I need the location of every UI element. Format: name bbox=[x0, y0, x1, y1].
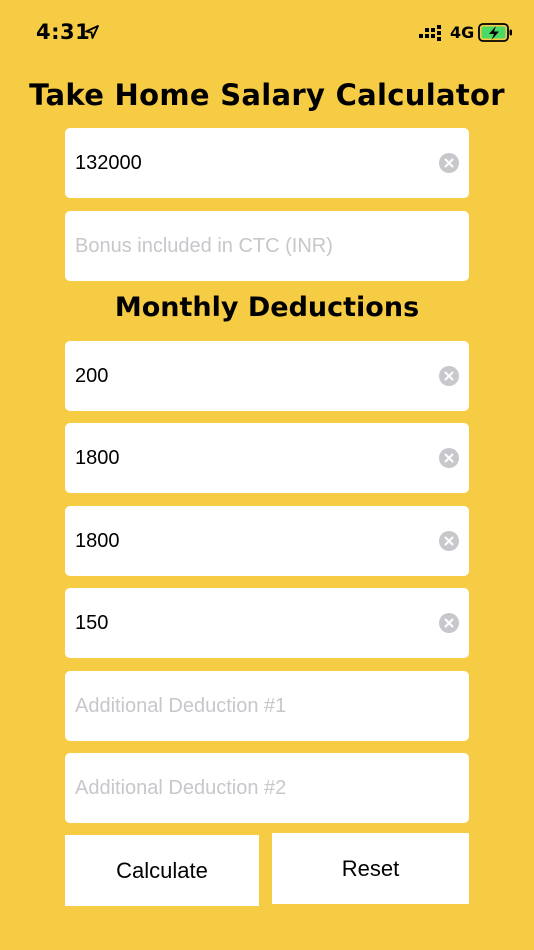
location-arrow-icon bbox=[85, 25, 99, 39]
deduction-field-4[interactable] bbox=[65, 588, 469, 658]
page-title: Take Home Salary Calculator bbox=[29, 78, 505, 112]
clear-icon[interactable] bbox=[439, 366, 459, 386]
clear-icon[interactable] bbox=[439, 153, 459, 173]
deduction-input-2[interactable] bbox=[65, 423, 469, 493]
calculate-button[interactable]: Calculate bbox=[65, 835, 259, 906]
network-label: 4G bbox=[450, 23, 475, 42]
deduction-field-1[interactable] bbox=[65, 341, 469, 411]
reset-button[interactable]: Reset bbox=[272, 833, 469, 904]
status-bar: 4:31 4G bbox=[0, 0, 534, 66]
additional-deduction-input-1[interactable] bbox=[65, 671, 469, 741]
app-screen: 4:31 4G Take Home Salary Calculator 1320… bbox=[0, 0, 534, 950]
section-title: Monthly Deductions bbox=[114, 292, 420, 323]
signal-icon bbox=[419, 25, 441, 41]
deduction-field-2[interactable] bbox=[65, 423, 469, 493]
clear-icon[interactable] bbox=[439, 613, 459, 633]
battery-charging-icon bbox=[478, 23, 512, 42]
clear-icon[interactable] bbox=[439, 531, 459, 551]
additional-deduction-field-1[interactable] bbox=[65, 671, 469, 741]
bonus-field[interactable] bbox=[65, 211, 469, 281]
status-time: 4:31 bbox=[36, 20, 91, 44]
deduction-field-3[interactable] bbox=[65, 506, 469, 576]
deduction-input-4[interactable] bbox=[65, 588, 469, 658]
deduction-input-3[interactable] bbox=[65, 506, 469, 576]
clear-icon[interactable] bbox=[439, 448, 459, 468]
deduction-input-1[interactable] bbox=[65, 341, 469, 411]
ctc-field[interactable] bbox=[65, 128, 469, 198]
ctc-input[interactable] bbox=[65, 128, 469, 198]
additional-deduction-input-2[interactable] bbox=[65, 753, 469, 823]
additional-deduction-field-2[interactable] bbox=[65, 753, 469, 823]
bonus-input[interactable] bbox=[65, 211, 469, 281]
